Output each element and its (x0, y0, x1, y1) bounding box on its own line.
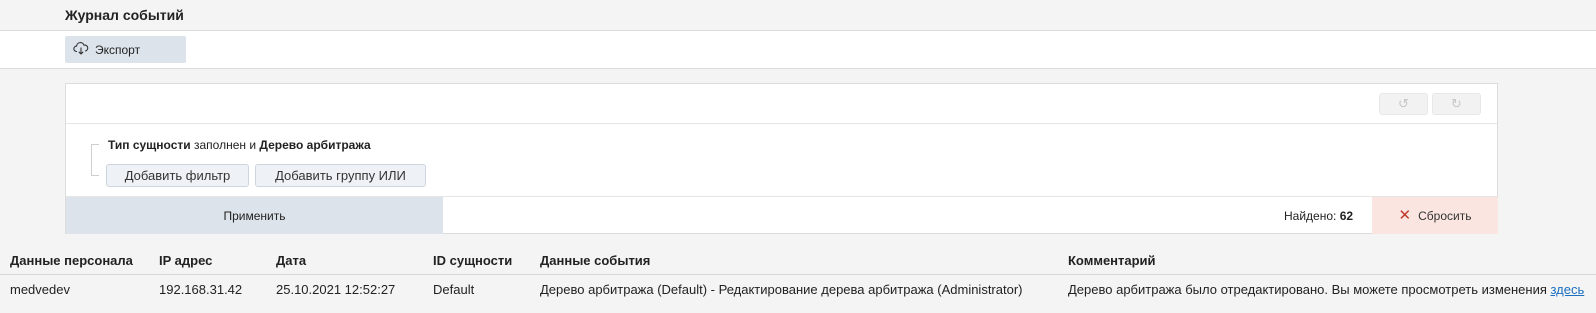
undo-icon: ↺ (1398, 96, 1409, 111)
export-button[interactable]: Экспорт (65, 36, 186, 63)
undo-button[interactable]: ↺ (1379, 93, 1428, 115)
add-or-group-button[interactable]: Добавить группу ИЛИ (255, 164, 426, 187)
filter-condition[interactable]: Тип сущности заполнен и Дерево арбитража (108, 138, 371, 152)
cell-date: 25.10.2021 12:52:27 (276, 282, 396, 297)
reset-label: Сбросить (1418, 208, 1472, 223)
filter-actions: Применить Найдено: 62 ✕ Сбросить (66, 196, 1498, 234)
comment-text: Дерево арбитража было отредактировано. В… (1068, 282, 1547, 297)
filter-group-bracket (91, 144, 99, 176)
column-header-comment[interactable]: Комментарий (1068, 253, 1156, 268)
column-header-user[interactable]: Данные персонала (10, 253, 133, 268)
close-icon: ✕ (1398, 207, 1412, 224)
column-header-date[interactable]: Дата (276, 253, 306, 268)
found-count: Найдено: 62 (1284, 209, 1353, 223)
condition-value: Дерево арбитража (259, 138, 371, 152)
condition-field: Тип сущности (108, 138, 191, 152)
redo-button[interactable]: ↻ (1432, 93, 1481, 115)
toolbar: Экспорт (0, 31, 1596, 69)
comment-link[interactable]: здесь (1551, 282, 1585, 297)
redo-icon: ↻ (1451, 96, 1462, 111)
filter-history-bar: ↺ ↻ (66, 84, 1497, 124)
cell-ip: 192.168.31.42 (159, 282, 243, 297)
found-label: Найдено: (1284, 209, 1337, 223)
reset-button[interactable]: ✕ Сбросить (1372, 197, 1498, 234)
column-header-entity-id[interactable]: ID сущности (433, 253, 512, 268)
cell-entity-id: Default (433, 282, 475, 297)
cell-event: Дерево арбитража (Default) - Редактирова… (540, 282, 1023, 297)
condition-operator: заполнен и (194, 138, 257, 152)
cell-comment: Дерево арбитража было отредактировано. В… (1068, 282, 1584, 297)
filter-panel: ↺ ↻ Тип сущности заполнен и Дерево арбит… (65, 83, 1498, 234)
found-value: 62 (1339, 209, 1354, 223)
table-row: medvedev 192.168.31.42 25.10.2021 12:52:… (0, 276, 1596, 304)
export-label: Экспорт (95, 42, 141, 57)
apply-button[interactable]: Применить (66, 197, 443, 234)
add-filter-button[interactable]: Добавить фильтр (106, 164, 249, 187)
column-header-ip[interactable]: IP адрес (159, 253, 212, 268)
cell-user: medvedev (10, 282, 70, 297)
page-title: Журнал событий (65, 7, 184, 23)
table-header: Данные персонала IP адрес Дата ID сущнос… (0, 247, 1596, 275)
page-header: Журнал событий (0, 0, 1596, 31)
column-header-event[interactable]: Данные события (540, 253, 650, 268)
cloud-download-icon (73, 41, 89, 58)
